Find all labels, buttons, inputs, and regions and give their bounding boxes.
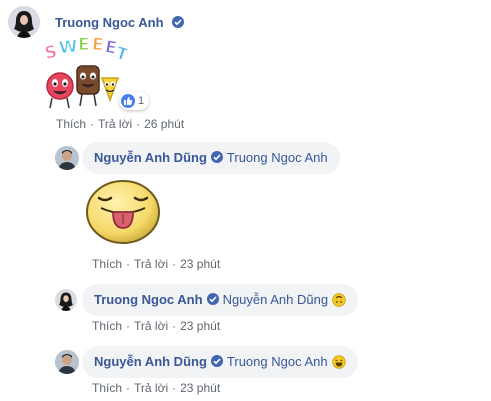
like-link[interactable]: Thích xyxy=(92,319,122,333)
like-link[interactable]: Thích xyxy=(92,381,122,395)
avatar-nguyen-anh-dung[interactable] xyxy=(55,350,79,374)
reply-link[interactable]: Trả lời xyxy=(134,381,168,395)
tongue-face-sticker xyxy=(85,178,161,246)
timestamp[interactable]: 23 phút xyxy=(180,319,220,333)
mention-link[interactable]: Truong Ngoc Anh xyxy=(227,150,328,165)
reply-author-name[interactable]: Nguyễn Anh Dũng xyxy=(94,354,207,369)
reply-link[interactable]: Trả lời xyxy=(98,117,132,131)
svg-text:W: W xyxy=(58,37,79,59)
verified-badge-icon xyxy=(206,293,219,305)
separator-dot: · xyxy=(90,117,95,131)
reply-actions-3: Thích · Trả lời · 23 phút xyxy=(92,381,220,395)
avatar-truong-ngoc-anh[interactable] xyxy=(55,289,77,311)
reaction-count: 1 xyxy=(138,95,145,107)
separator-dot: · xyxy=(126,257,131,271)
laughing-face-icon xyxy=(331,349,346,369)
verified-badge-icon xyxy=(172,16,185,28)
separator-dot: · xyxy=(172,319,177,333)
reply-author-name[interactable]: Truong Ngoc Anh xyxy=(94,292,203,307)
svg-text:E: E xyxy=(91,36,104,56)
reply-bubble-3: Nguyễn Anh Dũng Truong Ngoc Anh xyxy=(82,346,358,378)
timestamp[interactable]: 23 phút xyxy=(180,381,220,395)
sticker-letter-s: S xyxy=(43,42,59,64)
verified-badge-icon xyxy=(210,355,223,367)
reaction-count-pill[interactable]: 1 xyxy=(119,92,150,110)
like-link[interactable]: Thích xyxy=(56,117,86,131)
like-reaction-icon xyxy=(121,94,135,108)
comment-author-name[interactable]: Truong Ngoc Anh xyxy=(55,15,164,30)
timestamp[interactable]: 26 phút xyxy=(144,117,184,131)
separator-dot: · xyxy=(126,381,131,395)
timestamp[interactable]: 23 phút xyxy=(180,257,220,271)
mention-link[interactable]: Nguyễn Anh Dũng xyxy=(223,292,329,307)
separator-dot: · xyxy=(136,117,141,131)
avatar-truong-ngoc-anh[interactable] xyxy=(8,6,40,38)
reply-author-name[interactable]: Nguyễn Anh Dũng xyxy=(94,150,207,165)
reply-link[interactable]: Trả lời xyxy=(134,319,168,333)
upside-down-face-icon xyxy=(332,287,346,307)
svg-text:E: E xyxy=(78,36,90,55)
reply-bubble-2: Truong Ngoc Anh Nguyễn Anh Dũng xyxy=(82,284,359,316)
mention-link[interactable]: Truong Ngoc Anh xyxy=(227,354,328,369)
reply-bubble-1: Nguyễn Anh Dũng Truong Ngoc Anh xyxy=(82,142,340,174)
sweet-sticker: S W E E E T xyxy=(42,34,131,112)
separator-dot: · xyxy=(126,319,131,333)
separator-dot: · xyxy=(172,381,177,395)
reply-link[interactable]: Trả lời xyxy=(134,257,168,271)
avatar-nguyen-anh-dung[interactable] xyxy=(55,146,79,170)
reply-actions-1: Thích · Trả lời · 23 phút xyxy=(92,257,220,271)
separator-dot: · xyxy=(172,257,177,271)
like-link[interactable]: Thích xyxy=(92,257,122,271)
verified-badge-icon xyxy=(210,151,223,163)
comment-author-line: Truong Ngoc Anh xyxy=(55,14,185,32)
reply-actions-2: Thích · Trả lời · 23 phút xyxy=(92,319,220,333)
comment-actions: Thích · Trả lời · 26 phút xyxy=(56,117,184,131)
